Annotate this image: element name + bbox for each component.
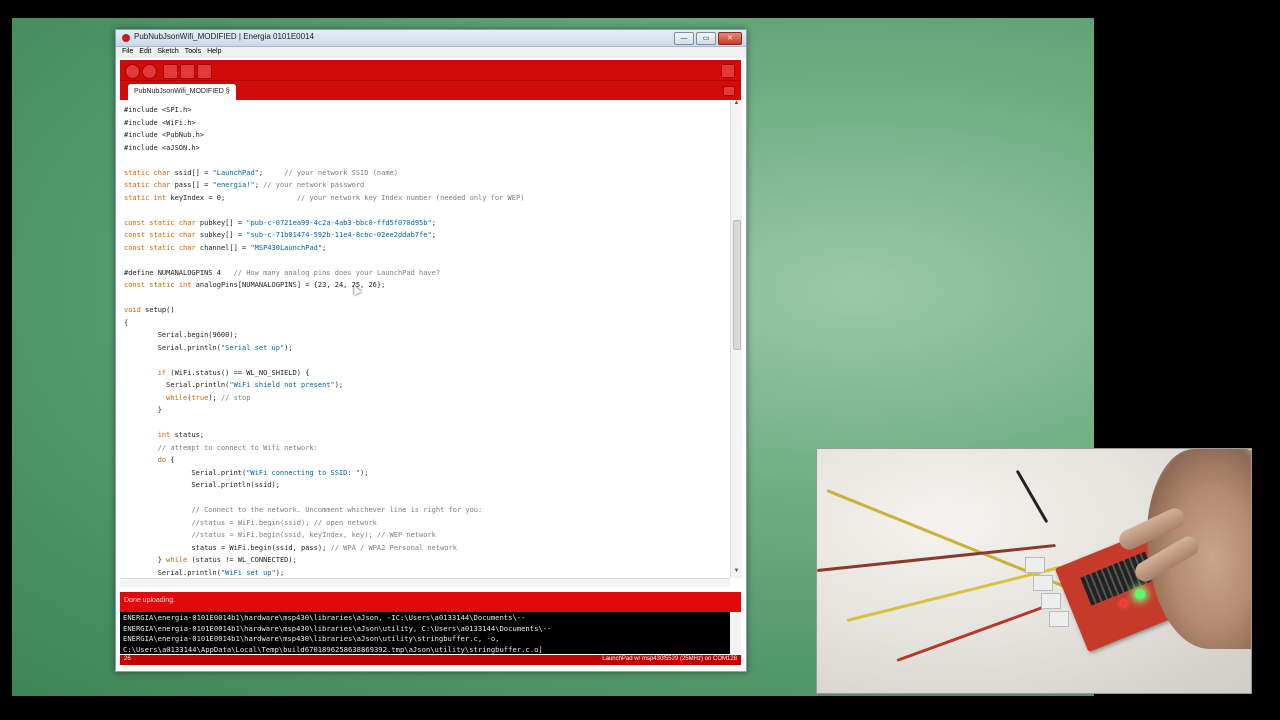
window-title: PubNubJsonWifi_MODIFIED | Energia 0101E0… [134, 32, 314, 41]
menu-sketch[interactable]: Sketch [157, 48, 178, 55]
console-line: ENERGIA\energia-0101E0014b1\hardware\msp… [123, 634, 500, 643]
code-line: if (WiFi.status() == WL_NO_SHIELD) { [157, 368, 310, 377]
footer-bar: 26 LaunchPad w/ msp430f5529 (25MHz) on C… [120, 655, 741, 665]
code-line: Serial.println(ssid); [124, 481, 280, 489]
energia-ide-window: PubNubJsonWifi_MODIFIED | Energia 0101E0… [115, 29, 747, 672]
grove-connector [1049, 611, 1069, 627]
code-line: } [124, 406, 162, 414]
output-console[interactable]: ENERGIA\energia-0101E0014b1\hardware\msp… [120, 612, 730, 654]
menu-bar: File Edit Sketch Tools Help [116, 47, 746, 58]
wire-black [1015, 469, 1049, 524]
code-line: //status = WiFi.begin(ssid); // open net… [191, 518, 377, 527]
menu-edit[interactable]: Edit [139, 48, 151, 55]
scroll-up-icon[interactable]: ▲ [731, 100, 742, 110]
code-line: #include <PubNub.h> [124, 131, 205, 139]
green-led-icon [1135, 589, 1145, 599]
code-line: while(true); // stop [166, 393, 251, 402]
console-scrollbar[interactable] [730, 612, 741, 654]
code-line: const static char channel[] = "MSP430Lau… [124, 243, 327, 252]
code-line: static char ssid[] = "LaunchPad"; // you… [124, 168, 398, 177]
red-led-icon [1121, 601, 1126, 606]
code-line: //status = WiFi.begin(ssid, keyIndex, ke… [191, 531, 436, 539]
code-line: Serial.println("Serial set up"); [124, 343, 293, 352]
status-message: Done uploading. [124, 597, 175, 604]
grove-connector [1033, 575, 1053, 591]
menu-file[interactable]: File [122, 48, 133, 55]
toolbar [120, 60, 741, 80]
code-line: Serial.begin(9600); [124, 331, 238, 339]
board-info: LaunchPad w/ msp430f5529 (25MHz) on COM1… [602, 656, 737, 662]
minimize-button[interactable]: — [674, 32, 694, 45]
menu-help[interactable]: Help [207, 48, 221, 55]
tab-menu-icon[interactable] [723, 86, 735, 96]
maximize-button[interactable]: ▭ [696, 32, 716, 45]
grove-connector [1025, 557, 1045, 573]
open-icon[interactable] [180, 64, 195, 79]
menu-tools[interactable]: Tools [185, 48, 201, 55]
status-bar: Done uploading. [120, 592, 741, 612]
tab-bar: PubNubJsonWifi_MODIFIED § [120, 80, 741, 100]
code-line: const static int analogPins[NUMANALOGPIN… [124, 281, 386, 289]
new-icon[interactable] [163, 64, 178, 79]
editor-vertical-scrollbar[interactable]: ▲ ▼ [730, 100, 742, 578]
code-line: #define NUMANALOGPINS 4 // How many anal… [124, 268, 441, 277]
code-line: const static char pubkey[] = "pub-c-0721… [124, 218, 436, 227]
save-icon[interactable] [197, 64, 212, 79]
title-bar[interactable]: PubNubJsonWifi_MODIFIED | Energia 0101E0… [116, 30, 746, 47]
code-line: #include <aJSON.h> [124, 143, 200, 152]
code-line: #include <SPI.h> [124, 106, 192, 114]
serial-monitor-icon[interactable] [721, 64, 735, 78]
code-line: void setup() [124, 306, 175, 314]
code-line: Serial.println("WiFi shield not present"… [124, 381, 344, 389]
code-line: } while (status != WL_CONNECTED); [124, 556, 297, 564]
code-line: // Connect to the network. Uncomment whi… [191, 506, 483, 514]
tab-sketch[interactable]: PubNubJsonWifi_MODIFIED § [128, 84, 236, 100]
line-number: 26 [124, 656, 131, 662]
code-line: const static char subkey[] = "sub-c-71b0… [124, 231, 436, 239]
verify-icon[interactable] [125, 64, 140, 79]
webcam-overlay-launchpad-board [816, 448, 1252, 694]
upload-icon[interactable] [142, 64, 157, 79]
code-line: status = WiFi.begin(ssid, pass); // WPA … [124, 543, 457, 552]
code-line: do { [157, 456, 175, 464]
editor-horizontal-scrollbar[interactable] [120, 578, 730, 587]
energia-app-icon [122, 34, 130, 42]
code-line: int status; [157, 431, 205, 439]
console-line: ENERGIA\energia-0101E0014b1\hardware\msp… [123, 623, 552, 633]
code-line: Serial.print("WiFi connecting to SSID: "… [124, 468, 369, 477]
wire-red [896, 600, 1058, 662]
code-line: Serial.println("WiFi set up"); [124, 568, 285, 577]
console-line: C:\Users\a0133144\AppData\Local\Temp\bui… [123, 644, 543, 654]
close-button[interactable]: ✕ [718, 32, 742, 45]
code-line: static int keyIndex = 0; // your network… [124, 193, 525, 202]
code-line: // attempt to connect to Wifi network: [157, 443, 318, 452]
console-line: ENERGIA\energia-0101E0014b1\hardware\msp… [123, 613, 526, 622]
code-line: static char pass[] = "energia!"; // your… [124, 181, 365, 189]
scroll-down-icon[interactable]: ▼ [731, 568, 742, 578]
code-line: { [124, 318, 129, 327]
code-line: #include <WiFi.h> [124, 118, 196, 127]
grove-connector [1041, 593, 1061, 609]
code-editor[interactable]: #include <SPI.h> #include <WiFi.h> #includ… [120, 100, 730, 578]
scrollbar-thumb[interactable] [733, 220, 741, 350]
